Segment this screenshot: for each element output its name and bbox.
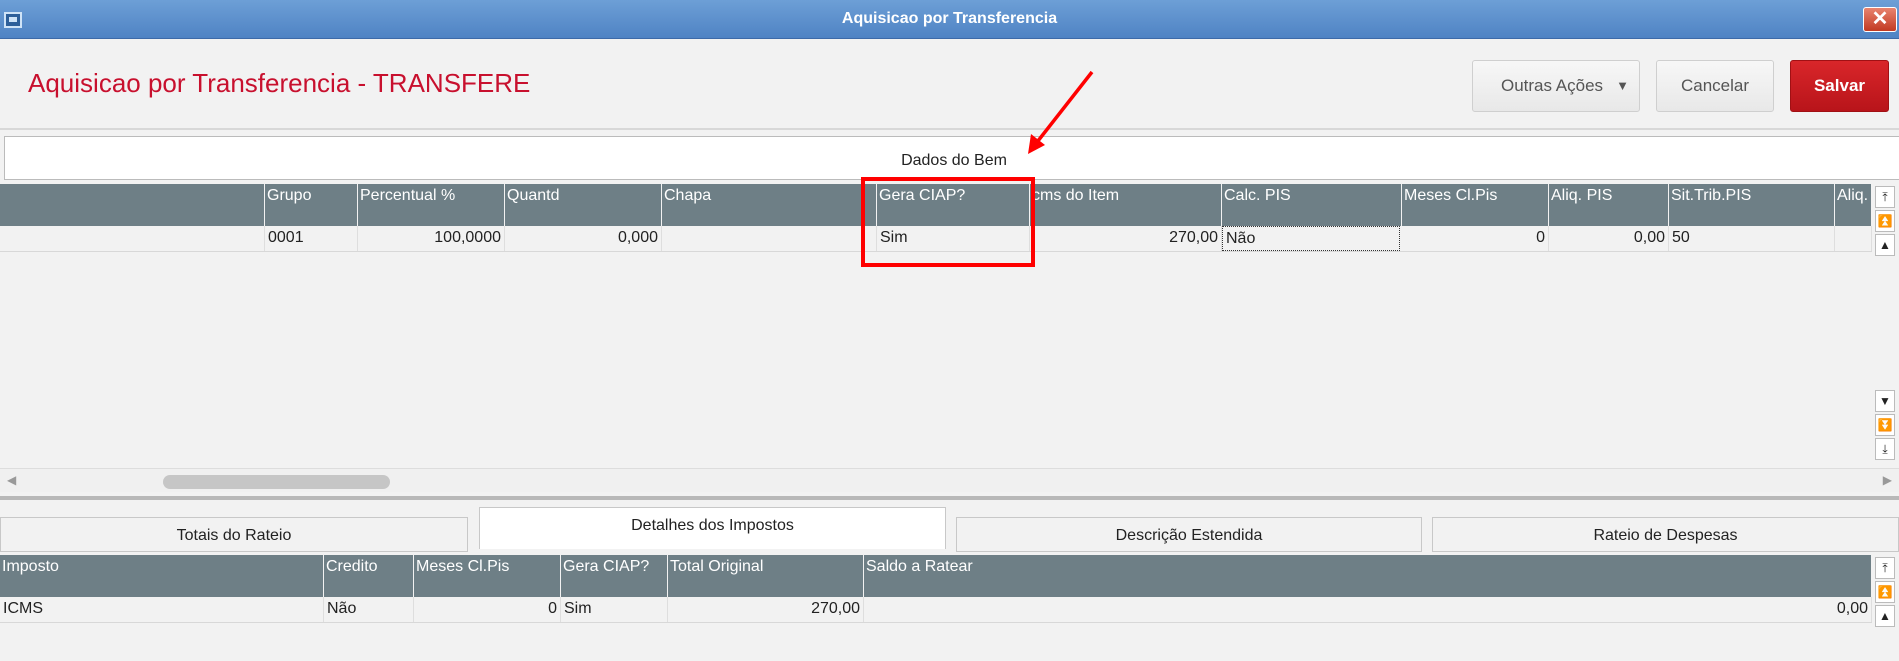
top-grid: Grupo Percentual % Quantd Chapa Gera CIA… (0, 184, 1872, 468)
hscroll-thumb[interactable] (163, 475, 390, 489)
column-header[interactable]: Quantd (505, 184, 662, 226)
table-cell[interactable]: ICMS (0, 597, 324, 622)
scroll-top-icon[interactable]: ⤒ (1875, 186, 1895, 208)
column-header[interactable]: Meses Cl.Pis (1402, 184, 1549, 226)
scroll-right-icon[interactable]: ▶ (1883, 473, 1892, 487)
cancel-button[interactable]: Cancelar (1656, 60, 1774, 112)
page-title: Aquisicao por Transferencia - TRANSFERE (28, 68, 531, 98)
save-button[interactable]: Salvar (1790, 60, 1889, 112)
section-tab-dados-do-bem[interactable]: Dados do Bem (4, 136, 1899, 180)
column-header-blank[interactable] (0, 184, 265, 226)
column-header[interactable]: Imposto (0, 555, 324, 597)
table-cell[interactable] (662, 226, 877, 251)
table-cell[interactable]: 0,000 (505, 226, 662, 251)
scroll-bottom-icon[interactable]: ⤓ (1875, 438, 1895, 460)
table-cell[interactable]: 0,00 (1549, 226, 1669, 251)
column-header[interactable]: Gera CIAP? (877, 184, 1030, 226)
column-header[interactable]: Sit.Trib.PIS (1669, 184, 1835, 226)
column-header[interactable]: Percentual % (358, 184, 505, 226)
top-grid-vscroll[interactable]: ⤒ ⏫ ▲ ▼ ⏬ ⤓ (1873, 184, 1898, 468)
line-up-icon[interactable]: ▲ (1875, 605, 1895, 627)
top-grid-hscroll[interactable]: ◀ ▶ (0, 468, 1899, 492)
page-down-icon[interactable]: ⏬ (1875, 414, 1895, 436)
column-header[interactable]: Calc. PIS (1222, 184, 1402, 226)
tab-rateio-de-despesas[interactable]: Rateio de Despesas (1432, 517, 1899, 552)
window-title: Aquisicao por Transferencia (841, 10, 1058, 27)
panel-splitter[interactable] (0, 496, 1899, 500)
table-cell[interactable]: 0001 (265, 226, 358, 251)
table-cell[interactable] (1835, 226, 1872, 251)
column-header[interactable]: Grupo (265, 184, 358, 226)
table-cell[interactable]: 0,00 (864, 597, 1872, 622)
column-header[interactable]: Chapa (662, 184, 877, 226)
column-header[interactable]: Total Original (668, 555, 864, 597)
page-up-icon[interactable]: ⏫ (1875, 581, 1895, 603)
table-cell[interactable]: 270,00 (1030, 226, 1222, 251)
table-cell-selected[interactable]: Não (1222, 226, 1400, 251)
scroll-top-icon[interactable]: ⤒ (1875, 557, 1895, 579)
page-header: Aquisicao por Transferencia - TRANSFERE … (0, 40, 1899, 130)
table-cell[interactable]: 0 (414, 597, 561, 622)
table-cell[interactable] (0, 226, 265, 251)
tab-descricao-estendida[interactable]: Descrição Estendida (956, 517, 1422, 552)
other-actions-label: Outras Ações (1501, 76, 1604, 95)
window-titlebar: Aquisicao por Transferencia ✕ (0, 0, 1899, 39)
table-row[interactable]: ICMS Não 0 Sim 270,00 0,00 (0, 597, 1872, 623)
table-cell[interactable]: 270,00 (668, 597, 864, 622)
column-header[interactable]: Saldo a Ratear (864, 555, 1872, 597)
bottom-grid: Imposto Credito Meses Cl.Pis Gera CIAP? … (0, 555, 1872, 661)
table-cell[interactable]: Sim (561, 597, 668, 622)
column-header[interactable]: Aliq. (1835, 184, 1872, 226)
table-cell[interactable]: Sim (877, 226, 1030, 251)
top-grid-header: Grupo Percentual % Quantd Chapa Gera CIA… (0, 184, 1872, 226)
bottom-grid-header: Imposto Credito Meses Cl.Pis Gera CIAP? … (0, 555, 1872, 597)
table-cell[interactable]: 100,0000 (358, 226, 505, 251)
bottom-grid-vscroll[interactable]: ⤒ ⏫ ▲ (1873, 555, 1898, 661)
scroll-left-icon[interactable]: ◀ (7, 473, 16, 487)
close-window-button[interactable]: ✕ (1863, 7, 1897, 32)
line-up-icon[interactable]: ▲ (1875, 234, 1895, 256)
column-header[interactable]: Meses Cl.Pis (414, 555, 561, 597)
table-row[interactable]: 0001 100,0000 0,000 Sim 270,00 Não 0 0,0… (0, 226, 1872, 252)
column-header[interactable]: Aliq. PIS (1549, 184, 1669, 226)
column-header[interactable]: Credito (324, 555, 414, 597)
column-header[interactable]: Gera CIAP? (561, 555, 668, 597)
tab-totais-do-rateio[interactable]: Totais do Rateio (0, 517, 468, 552)
tab-detalhes-dos-impostos[interactable]: Detalhes dos Impostos (479, 507, 946, 549)
table-cell[interactable]: 50 (1669, 226, 1835, 251)
line-down-icon[interactable]: ▼ (1875, 390, 1895, 412)
chevron-down-icon: ▼ (1616, 78, 1629, 93)
other-actions-button[interactable]: Outras Ações ▼ (1472, 60, 1640, 112)
table-cell[interactable]: 0 (1402, 226, 1549, 251)
page-up-icon[interactable]: ⏫ (1875, 210, 1895, 232)
column-header[interactable]: cms do Item (1030, 184, 1222, 226)
table-cell[interactable]: Não (324, 597, 414, 622)
